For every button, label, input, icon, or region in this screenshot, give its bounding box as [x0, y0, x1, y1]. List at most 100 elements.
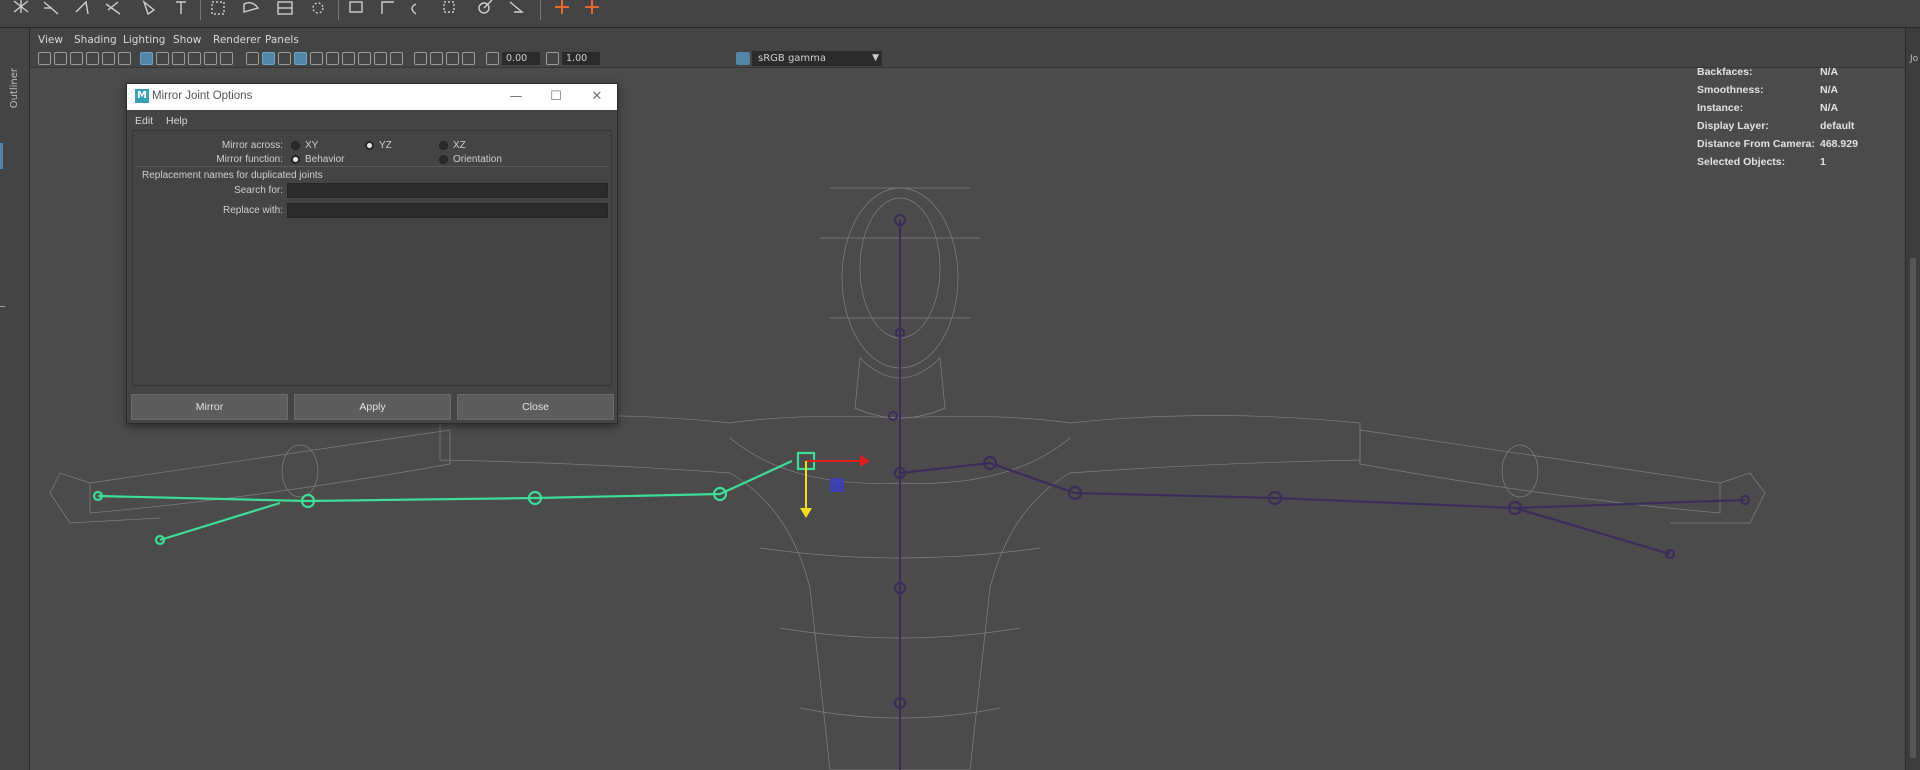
radio-yz[interactable]	[365, 141, 374, 150]
gamma-field[interactable]: 1.00	[562, 52, 600, 65]
gamma-icon[interactable]	[546, 52, 559, 65]
shelf-icons	[13, 0, 599, 16]
depth-of-field-icon[interactable]	[462, 52, 475, 65]
panel-menu-bar: View Shading Lighting Show Renderer Pane…	[30, 32, 1905, 50]
spine-chain	[888, 214, 906, 770]
close-button[interactable]: Close	[457, 394, 614, 420]
ik-handle-icon[interactable]	[43, 1, 59, 15]
constraint-scale-icon[interactable]	[443, 1, 455, 13]
menu-help[interactable]: Help	[166, 115, 188, 127]
hud-value: 468.929	[1820, 138, 1858, 150]
blend-shape-icon[interactable]	[243, 1, 260, 13]
search-for-label: Search for:	[234, 185, 283, 196]
2d-pan-zoom-icon[interactable]	[118, 52, 131, 65]
pin-icon[interactable]	[176, 1, 186, 14]
channel-box-label[interactable]: Jo	[1910, 54, 1918, 64]
right-arm-chain	[899, 455, 1751, 560]
anti-aliasing-icon[interactable]	[390, 52, 403, 65]
search-for-input[interactable]	[287, 183, 608, 198]
grease-pencil-icon[interactable]	[102, 52, 115, 65]
constraint-aim-icon[interactable]	[411, 3, 417, 15]
menu-renderer[interactable]: Renderer	[213, 34, 261, 46]
xray-icon[interactable]	[430, 52, 443, 65]
replace-with-input[interactable]	[287, 203, 608, 218]
paint-weights-icon[interactable]	[142, 0, 156, 16]
cluster-icon[interactable]	[277, 1, 293, 15]
exposure-field[interactable]: 0.00	[502, 52, 540, 65]
film-gate-icon[interactable]	[156, 52, 169, 65]
grid-icon[interactable]	[140, 52, 153, 65]
close-icon[interactable]: ✕	[586, 87, 608, 107]
exposure-icon[interactable]	[486, 52, 499, 65]
bookmark-icon[interactable]	[70, 52, 83, 65]
minimize-icon[interactable]: —	[505, 87, 527, 107]
shelf-separator	[338, 0, 339, 20]
joint-tool-icon[interactable]	[13, 0, 29, 13]
gate-mask-icon[interactable]	[188, 52, 201, 65]
smooth-shade-icon[interactable]	[262, 52, 275, 65]
outliner-tab[interactable]: Outliner	[9, 68, 20, 108]
color-management-icon[interactable]	[736, 52, 750, 65]
ik-spline-icon[interactable]	[75, 0, 89, 15]
x-axis-arrow-icon[interactable]	[860, 455, 870, 467]
apply-button[interactable]: Apply	[294, 394, 451, 420]
radio-xy[interactable]	[291, 141, 300, 150]
shadows-icon[interactable]	[342, 52, 355, 65]
hud-row-backfaces: Backfaces: N/A	[1697, 66, 1858, 84]
resolution-gate-icon[interactable]	[172, 52, 185, 65]
dialog-options-body: Mirror across: XY YZ XZ Mirror function:…	[132, 130, 612, 386]
menu-edit[interactable]: Edit	[135, 115, 153, 127]
wireframe-icon[interactable]	[246, 52, 259, 65]
radio-xz-label: XZ	[453, 140, 466, 151]
radio-behavior[interactable]	[291, 155, 300, 164]
field-chart-icon[interactable]	[204, 52, 217, 65]
locator-subtract-icon[interactable]	[585, 0, 599, 14]
outliner-tab-strip: Outliner	[0, 28, 30, 770]
plane-handle-icon[interactable]	[830, 478, 844, 492]
section-divider	[136, 166, 608, 167]
isolate-select-icon[interactable]	[414, 52, 427, 65]
bind-skin-icon[interactable]	[105, 1, 121, 15]
lattice-icon[interactable]	[211, 1, 225, 15]
lights-icon[interactable]	[326, 52, 339, 65]
radio-orientation[interactable]	[439, 155, 448, 164]
replace-with-label: Replace with:	[222, 205, 283, 216]
xray-active-icon[interactable]	[446, 52, 459, 65]
move-manipulator[interactable]	[800, 455, 870, 518]
safe-action-icon[interactable]	[220, 52, 233, 65]
hud-value: N/A	[1820, 66, 1839, 78]
textured-icon[interactable]	[310, 52, 323, 65]
constraint-parent-icon[interactable]	[478, 0, 493, 14]
scrollbar[interactable]	[1910, 258, 1916, 758]
camera-icon[interactable]	[38, 52, 51, 65]
radio-xz[interactable]	[439, 141, 448, 150]
menu-show[interactable]: Show	[173, 34, 201, 46]
pole-vector-icon[interactable]	[509, 1, 524, 13]
ambient-occlusion-icon[interactable]	[358, 52, 371, 65]
constraint-orient-icon[interactable]	[381, 1, 394, 14]
menu-shading[interactable]: Shading	[74, 34, 117, 46]
menu-view[interactable]: View	[38, 34, 63, 46]
menu-panels[interactable]: Panels	[265, 34, 299, 46]
wireframe-on-shaded-icon[interactable]	[278, 52, 291, 65]
radio-orientation-label: Orientation	[453, 154, 502, 165]
neck-base-joint[interactable]	[888, 411, 898, 421]
dialog-titlebar[interactable]: M Mirror Joint Options — ☐ ✕	[127, 84, 617, 110]
locator-add-icon[interactable]	[555, 0, 569, 14]
wire-icon[interactable]	[312, 2, 324, 14]
hud-label: Display Layer:	[1697, 120, 1769, 132]
constraint-point-icon[interactable]	[349, 1, 363, 13]
menu-lighting[interactable]: Lighting	[123, 34, 165, 46]
y-axis-arrow-icon[interactable]	[800, 508, 812, 518]
camera-attributes-icon[interactable]	[54, 52, 67, 65]
maximize-icon[interactable]: ☐	[545, 87, 567, 107]
xray-joints-icon[interactable]	[294, 52, 307, 65]
view-transform-select[interactable]: sRGB gamma ▼	[752, 51, 882, 66]
shelf-bar	[0, 0, 1920, 28]
motion-blur-icon[interactable]	[374, 52, 387, 65]
maya-window: Outliner View Shading Lighting Show Rend…	[0, 0, 1920, 770]
mesh-right-hand	[1670, 472, 1766, 524]
mirror-across-label: Mirror across:	[221, 140, 283, 151]
mirror-button[interactable]: Mirror	[131, 394, 288, 420]
image-plane-icon[interactable]	[86, 52, 99, 65]
